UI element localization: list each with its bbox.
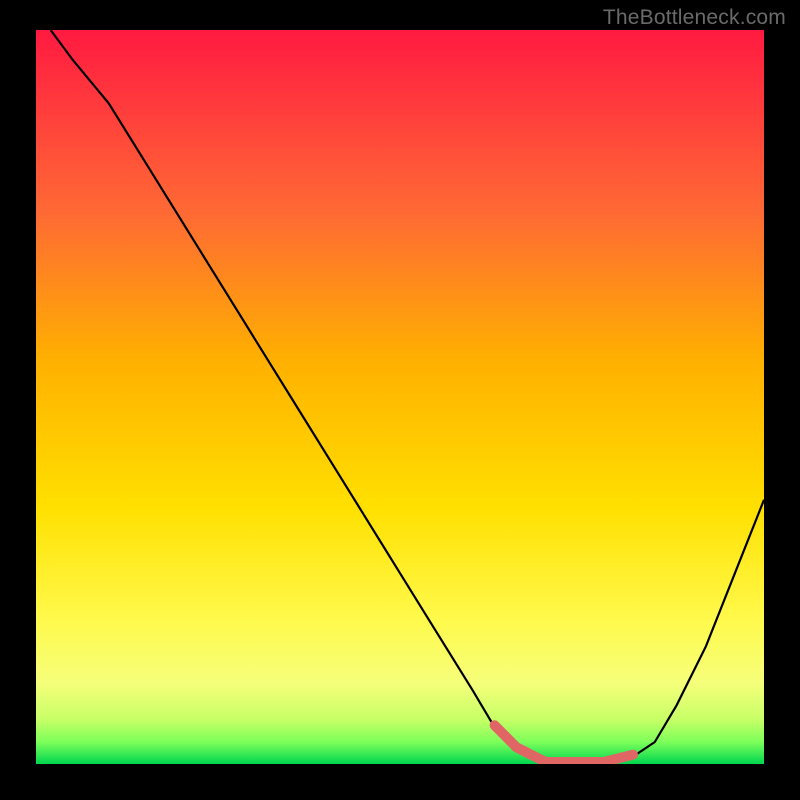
- bottleneck-chart: [36, 30, 764, 764]
- gradient-background: [36, 30, 764, 764]
- chart-frame: [36, 30, 764, 764]
- watermark-text: TheBottleneck.com: [603, 6, 786, 30]
